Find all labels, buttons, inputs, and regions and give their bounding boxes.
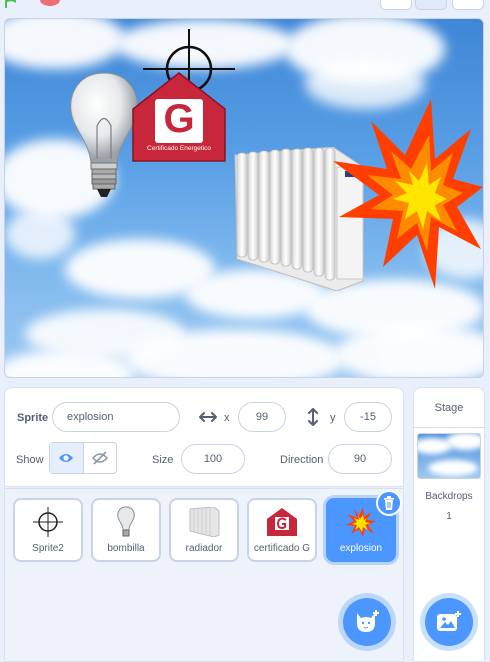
- stop-icon[interactable]: [40, 0, 60, 6]
- sprite-tile-label: bombilla: [107, 543, 145, 554]
- hide-sprite-button[interactable]: [84, 443, 117, 473]
- size-input[interactable]: 100: [181, 444, 245, 474]
- normal-stage-button[interactable]: [415, 0, 447, 10]
- crosshair-icon: [31, 506, 65, 538]
- direction-label: Direction: [280, 454, 324, 466]
- certificate-icon: [265, 506, 299, 538]
- stage-canvas[interactable]: G Certificado Energetico: [4, 18, 484, 378]
- sprite-tile-label: Sprite2: [32, 543, 64, 554]
- sprite-tile-label: radiador: [185, 543, 223, 554]
- green-flag-icon[interactable]: [4, 0, 18, 8]
- y-position-input[interactable]: -15: [344, 402, 392, 432]
- show-sprite-button[interactable]: [50, 443, 84, 473]
- sprite-tile-label: explosion: [339, 543, 383, 554]
- vertical-arrows-icon: [308, 408, 318, 426]
- eye-icon: [59, 454, 74, 462]
- certificate-letter: G: [163, 97, 195, 141]
- y-label: y: [330, 412, 336, 424]
- choose-backdrop-button[interactable]: [425, 598, 473, 646]
- stage-panel-title: Stage: [414, 388, 484, 428]
- fullscreen-button[interactable]: [452, 0, 484, 10]
- stage-thumbnail[interactable]: [417, 433, 481, 479]
- stage-toolbar: [0, 0, 490, 14]
- delete-sprite-button[interactable]: [376, 490, 402, 516]
- certificate-caption: Certificado Energetico: [147, 145, 211, 152]
- cat-plus-icon: [357, 610, 379, 632]
- sprite-label: Sprite: [17, 412, 49, 424]
- image-plus-icon: [437, 611, 461, 631]
- choose-sprite-button[interactable]: [343, 598, 391, 646]
- trash-icon: [384, 496, 394, 510]
- small-stage-button[interactable]: [380, 0, 412, 10]
- direction-input[interactable]: 90: [328, 444, 392, 474]
- visibility-toggle: [49, 442, 117, 474]
- x-label: x: [224, 412, 230, 424]
- lightbulb-icon: [109, 506, 143, 538]
- backdrops-label: Backdrops: [425, 491, 473, 502]
- sprite-tile-label: certificado G: [253, 543, 311, 554]
- sprite-name-input[interactable]: explosion: [52, 402, 180, 432]
- show-label: Show: [16, 454, 44, 466]
- size-label: Size: [152, 454, 174, 466]
- explosion-sprite[interactable]: [331, 99, 483, 289]
- sprite-tile-sprite2[interactable]: Sprite2: [13, 498, 83, 562]
- sprite-tile-radiador[interactable]: radiador: [169, 498, 239, 562]
- horizontal-arrows-icon: [199, 412, 217, 422]
- x-position-input[interactable]: 99: [238, 402, 286, 432]
- backdrops-count: 1: [446, 511, 452, 522]
- explosion-icon: [344, 506, 378, 538]
- eye-slash-icon: [91, 451, 108, 465]
- sprite-tile-certificado-g[interactable]: certificado G: [247, 498, 317, 562]
- sprite-tile-bombilla[interactable]: bombilla: [91, 498, 161, 562]
- radiator-icon: [187, 506, 221, 538]
- lightbulb-sprite[interactable]: [67, 71, 141, 203]
